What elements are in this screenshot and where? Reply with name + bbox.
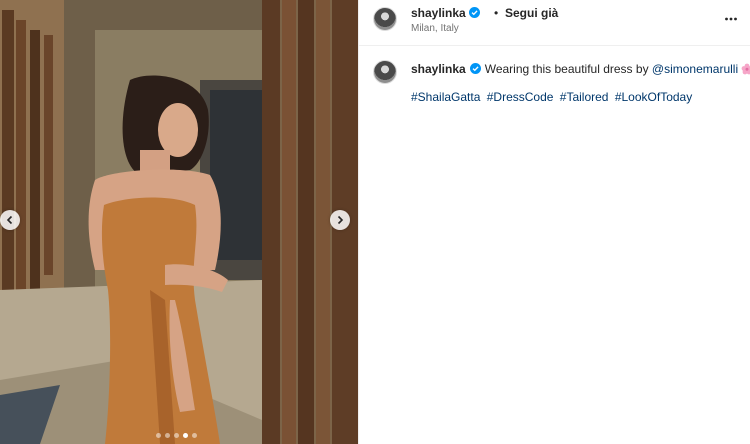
carousel-dot (174, 433, 179, 438)
post-header: shaylinka • Segui già Milan, Italy (359, 0, 750, 46)
chevron-right-icon (337, 215, 344, 225)
post-photo (0, 0, 358, 444)
caption-body: Wearing this beautiful dress by (484, 62, 652, 76)
carousel-dot (156, 433, 161, 438)
hashtag-link[interactable]: #Tailored (560, 90, 609, 104)
verified-badge-icon (469, 63, 481, 74)
chevron-left-icon (6, 215, 13, 225)
caption-text: shaylinka Wearing this beautiful dress by… (411, 62, 750, 76)
separator-dot: • (494, 6, 499, 20)
avatar[interactable] (373, 7, 397, 31)
caption-username[interactable]: shaylinka (411, 62, 466, 76)
carousel-prev-button[interactable] (0, 210, 20, 230)
more-horizontal-icon[interactable] (724, 12, 738, 26)
hashtag-link[interactable]: #DressCode (487, 90, 554, 104)
following-button[interactable]: Segui già (505, 6, 558, 20)
post-location[interactable]: Milan, Italy (411, 23, 459, 34)
carousel-next-button[interactable] (330, 210, 350, 230)
post-sidebar: shaylinka • Segui già Milan, Italy shayl… (358, 0, 750, 444)
carousel-dot (192, 433, 197, 438)
caption-avatar[interactable] (373, 60, 397, 84)
carousel-dot (165, 433, 170, 438)
carousel-indicator (156, 433, 197, 438)
mention-link[interactable]: @simonemarulli (652, 62, 738, 76)
hashtag-list: #ShailaGatta #DressCode #Tailored #LookO… (411, 90, 695, 104)
carousel-dot-active (183, 433, 188, 438)
hashtag-link[interactable]: #ShailaGatta (411, 90, 480, 104)
post-image[interactable] (0, 0, 358, 444)
caption (359, 46, 750, 126)
hashtag-link[interactable]: #LookOfToday (615, 90, 692, 104)
post-username[interactable]: shaylinka (411, 6, 480, 20)
username-text[interactable]: shaylinka (411, 6, 466, 20)
verified-badge-icon (468, 7, 480, 18)
pink-flower-icon (741, 63, 750, 75)
